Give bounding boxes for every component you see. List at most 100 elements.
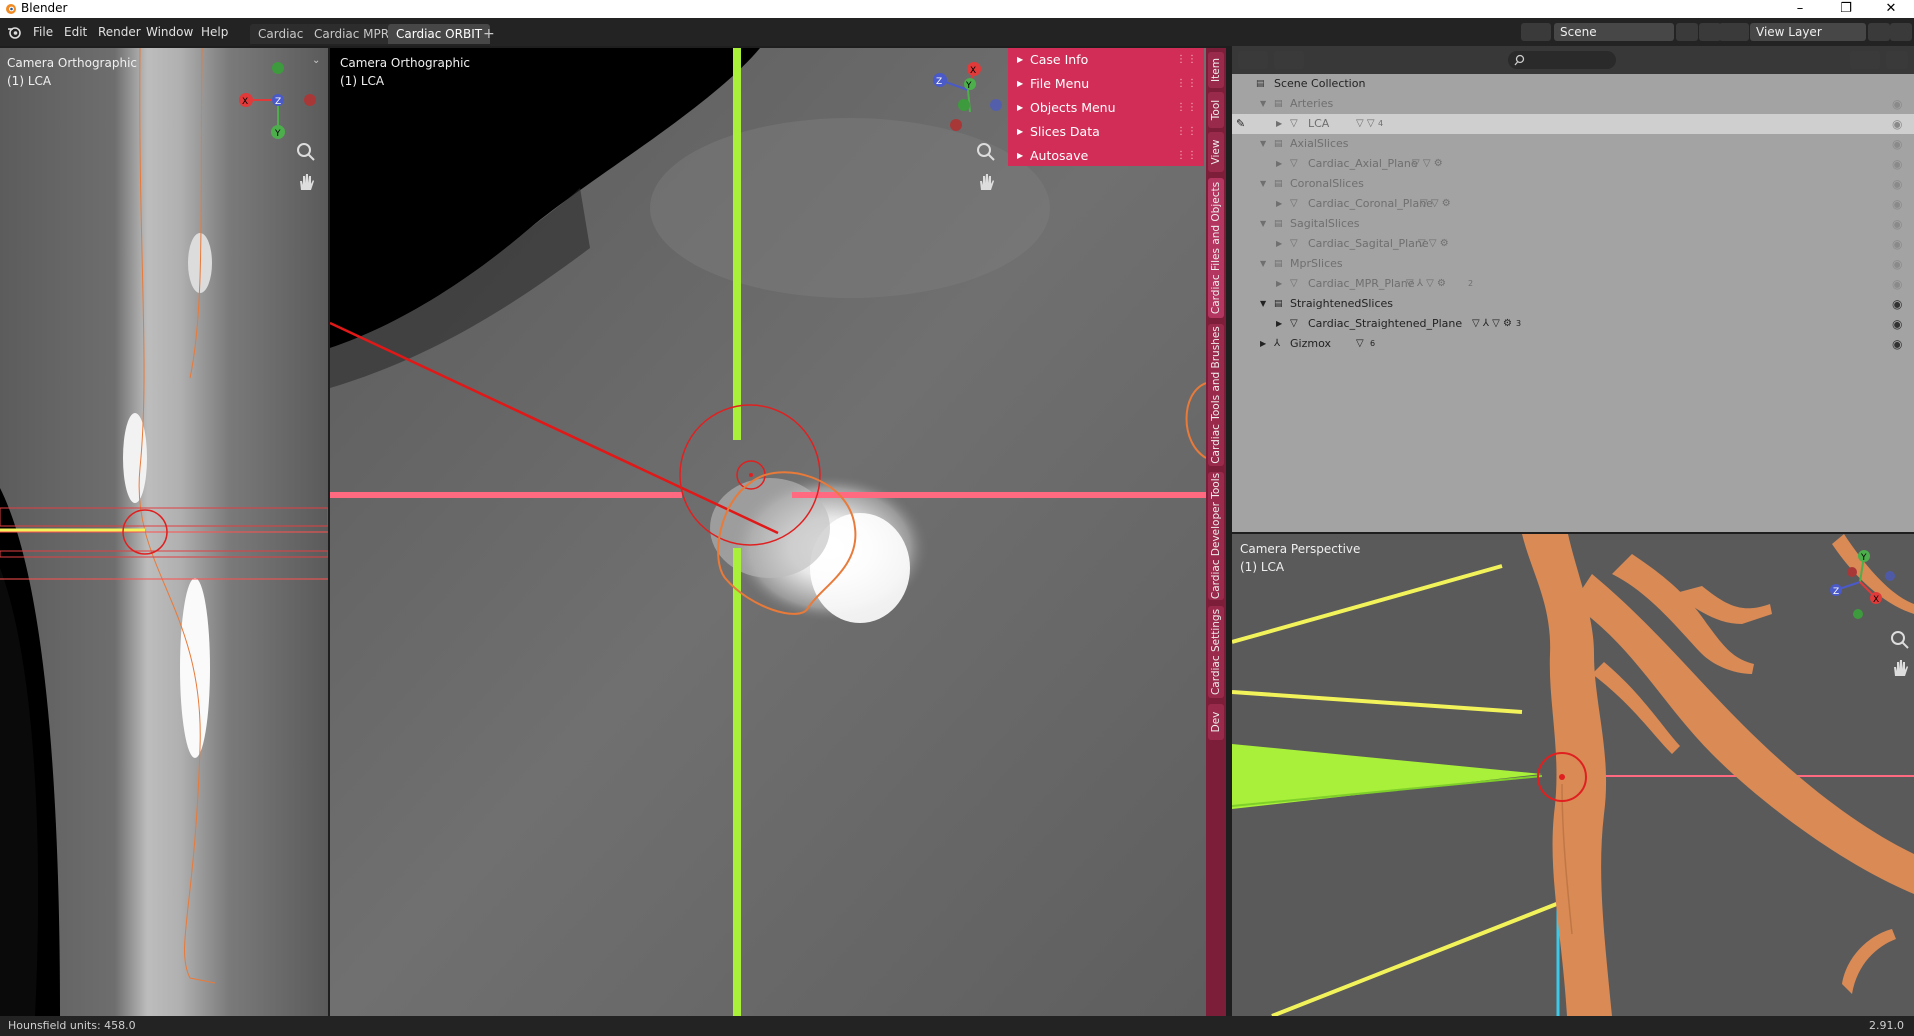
collapse-arrow-icon[interactable]: ▼ (1260, 134, 1266, 154)
visibility-eye-icon[interactable]: ◉ (1892, 94, 1902, 114)
editor-type-icon[interactable] (1238, 51, 1268, 69)
pan-hand-icon[interactable] (296, 172, 316, 192)
close-button[interactable]: ✕ (1868, 0, 1914, 18)
zoom-icon[interactable] (976, 142, 996, 162)
tab-cardiac-settings[interactable]: Cardiac Settings (1208, 606, 1224, 698)
display-mode-icon[interactable] (1274, 51, 1304, 69)
menu-edit[interactable]: Edit (64, 25, 87, 39)
new-view-layer-icon[interactable] (1868, 23, 1890, 41)
collapse-arrow-icon[interactable]: ▼ (1260, 214, 1266, 234)
collapse-arrow-icon[interactable]: ▼ (1260, 174, 1266, 194)
scene-selector-icon[interactable] (1521, 23, 1551, 41)
tab-cardiac-orbit[interactable]: Cardiac ORBIT (388, 24, 491, 44)
drag-grip-icon[interactable]: ⋮⋮ (1176, 120, 1198, 144)
outliner-row-coronalslices[interactable]: ▼ ▤ CoronalSlices ◉ (1232, 174, 1914, 194)
vessel-3d-render (1232, 534, 1914, 1016)
expand-arrow-icon[interactable]: ▶ (1260, 334, 1266, 354)
filter-icon[interactable] (1850, 51, 1880, 69)
navigation-gizmo[interactable]: ⌄ X Z Y (230, 52, 320, 192)
pan-hand-icon[interactable] (1890, 658, 1910, 678)
outliner-row-arteries[interactable]: ▼ ▤ Arteries ◉ (1232, 94, 1914, 114)
drag-grip-icon[interactable]: ⋮⋮ (1176, 72, 1198, 96)
menu-window[interactable]: Window (146, 25, 193, 39)
outliner-row-axial-plane[interactable]: ▶ ▽ Cardiac_Axial_Plane ▽ ▽ ⚙ ◉ (1232, 154, 1914, 174)
minimize-button[interactable]: – (1777, 0, 1823, 18)
zoom-icon[interactable] (1890, 630, 1910, 650)
delete-scene-icon[interactable] (1699, 23, 1721, 41)
view-layer-selector-icon[interactable] (1719, 23, 1749, 41)
visibility-eye-icon[interactable]: ◉ (1892, 254, 1902, 274)
outliner-row-coronal-plane[interactable]: ▶ ▽ Cardiac_Coronal_Plane ▽ ▽ ⚙ ◉ (1232, 194, 1914, 214)
scene-name-field[interactable]: Scene (1554, 23, 1674, 41)
outliner-row-axialslices[interactable]: ▼ ▤ AxialSlices ◉ (1232, 134, 1914, 154)
zoom-icon[interactable] (296, 142, 316, 162)
expand-arrow-icon[interactable]: ▶ (1276, 274, 1282, 294)
navigation-gizmo[interactable]: Z X Y (918, 56, 1018, 176)
expand-arrow-icon[interactable]: ▶ (1276, 234, 1282, 254)
expand-arrow-icon[interactable]: ▶ (1276, 154, 1282, 174)
row-label: SagitalSlices (1290, 217, 1360, 230)
view-layer-field[interactable]: View Layer (1750, 23, 1866, 41)
visibility-eye-icon[interactable]: ◉ (1892, 174, 1902, 194)
viewport-center[interactable]: Camera Orthographic (1) LCA Z X Y (330, 48, 1206, 1016)
visibility-eye-icon[interactable]: ◉ (1892, 234, 1902, 254)
visibility-eye-icon[interactable]: ◉ (1892, 134, 1902, 154)
new-collection-icon[interactable] (1886, 51, 1908, 69)
visibility-eye-icon[interactable]: ◉ (1892, 334, 1902, 354)
outliner-row-gizmox[interactable]: ▶ ⅄ Gizmox ▽ 6 ◉ (1232, 334, 1914, 354)
menu-help[interactable]: Help (201, 25, 228, 39)
outliner-row-mpr-plane[interactable]: ▶ ▽ Cardiac_MPR_Plane ▽ ⅄ ▽ ⚙ 2 ◉ (1232, 274, 1914, 294)
new-scene-icon[interactable] (1676, 23, 1698, 41)
expand-arrow-icon[interactable]: ▶ (1276, 314, 1282, 334)
edit-pencil-icon[interactable]: ✎ (1236, 114, 1245, 134)
visibility-eye-icon[interactable]: ◉ (1892, 294, 1902, 314)
tab-item[interactable]: Item (1208, 52, 1224, 88)
visibility-eye-icon[interactable]: ◉ (1892, 274, 1902, 294)
visibility-eye-icon[interactable]: ◉ (1892, 314, 1902, 334)
drag-grip-icon[interactable]: ⋮⋮ (1176, 144, 1198, 168)
outliner-row-straightened-plane[interactable]: ▶ ▽ Cardiac_Straightened_Plane ▽ ⅄ ▽ ⚙ 3… (1232, 314, 1914, 334)
collapse-arrow-icon[interactable]: ▼ (1260, 254, 1266, 274)
tab-tool[interactable]: Tool (1208, 92, 1224, 128)
add-workspace-button[interactable]: + (479, 24, 499, 44)
outliner-row-sagital-plane[interactable]: ▶ ▽ Cardiac_Sagital_Plane ▽ ▽ ⚙ ◉ (1232, 234, 1914, 254)
menu-render[interactable]: Render (98, 25, 141, 39)
visibility-eye-icon[interactable]: ◉ (1892, 194, 1902, 214)
panel-autosave[interactable]: ▶ Autosave ⋮⋮ (1008, 144, 1204, 168)
viewport-right-3d[interactable]: Camera Perspective (1) LCA Y Z X (1232, 534, 1914, 1016)
outliner-row-mprslices[interactable]: ▼ ▤ MprSlices ◉ (1232, 254, 1914, 274)
collapse-arrow-icon[interactable]: ▼ (1260, 94, 1266, 114)
visibility-eye-icon[interactable]: ◉ (1892, 214, 1902, 234)
outliner-row-sagitalslices[interactable]: ▼ ▤ SagitalSlices ◉ (1232, 214, 1914, 234)
expand-arrow-icon[interactable]: ▶ (1276, 114, 1282, 134)
pan-hand-icon[interactable] (976, 172, 996, 192)
navigation-gizmo[interactable]: Y Z X (1820, 544, 1910, 634)
menu-file[interactable]: File (33, 25, 53, 39)
tab-dev[interactable]: Dev (1208, 704, 1224, 740)
viewport-view-label: Camera Orthographic (340, 56, 470, 70)
tab-view[interactable]: View (1208, 132, 1224, 172)
tab-cardiac-developer-tools[interactable]: Cardiac Developer Tools (1208, 472, 1224, 600)
visibility-eye-icon[interactable]: ◉ (1892, 154, 1902, 174)
visibility-eye-icon[interactable]: ◉ (1892, 114, 1902, 134)
outliner-row-lca[interactable]: ✎ ▶ ▽ LCA ▽ ▽ 4 ◉ (1232, 114, 1914, 134)
panel-file-menu[interactable]: ▶ File Menu ⋮⋮ (1008, 72, 1204, 96)
expand-arrow-icon[interactable]: ▶ (1276, 194, 1282, 214)
blender-menu-icon[interactable] (7, 25, 22, 39)
tab-cardiac-mpr[interactable]: Cardiac MPR (306, 24, 398, 44)
tab-cardiac[interactable]: Cardiac (250, 24, 312, 44)
tab-cardiac-files-and-objects[interactable]: Cardiac Files and Objects (1208, 178, 1224, 318)
outliner-root[interactable]: ▤ Scene Collection (1232, 74, 1914, 94)
panel-case-info[interactable]: ▶ Case Info ⋮⋮ (1008, 48, 1204, 72)
collapse-arrow-icon[interactable]: ▼ (1260, 294, 1266, 314)
outliner-row-straightenedslices[interactable]: ▼ ▤ StraightenedSlices ◉ (1232, 294, 1914, 314)
delete-view-layer-icon[interactable] (1890, 23, 1912, 41)
panel-objects-menu[interactable]: ▶ Objects Menu ⋮⋮ (1008, 96, 1204, 120)
tab-cardiac-tools-and-brushes[interactable]: Cardiac Tools and Brushes (1208, 324, 1224, 466)
restore-button[interactable]: ❐ (1823, 0, 1869, 18)
drag-grip-icon[interactable]: ⋮⋮ (1176, 96, 1198, 120)
viewport-left[interactable]: Camera Orthographic (1) LCA ⌄ X Z Y (0, 48, 328, 1016)
axial-slice-image (330, 48, 1206, 1016)
panel-slices-data[interactable]: ▶ Slices Data ⋮⋮ (1008, 120, 1204, 144)
drag-grip-icon[interactable]: ⋮⋮ (1176, 48, 1198, 72)
